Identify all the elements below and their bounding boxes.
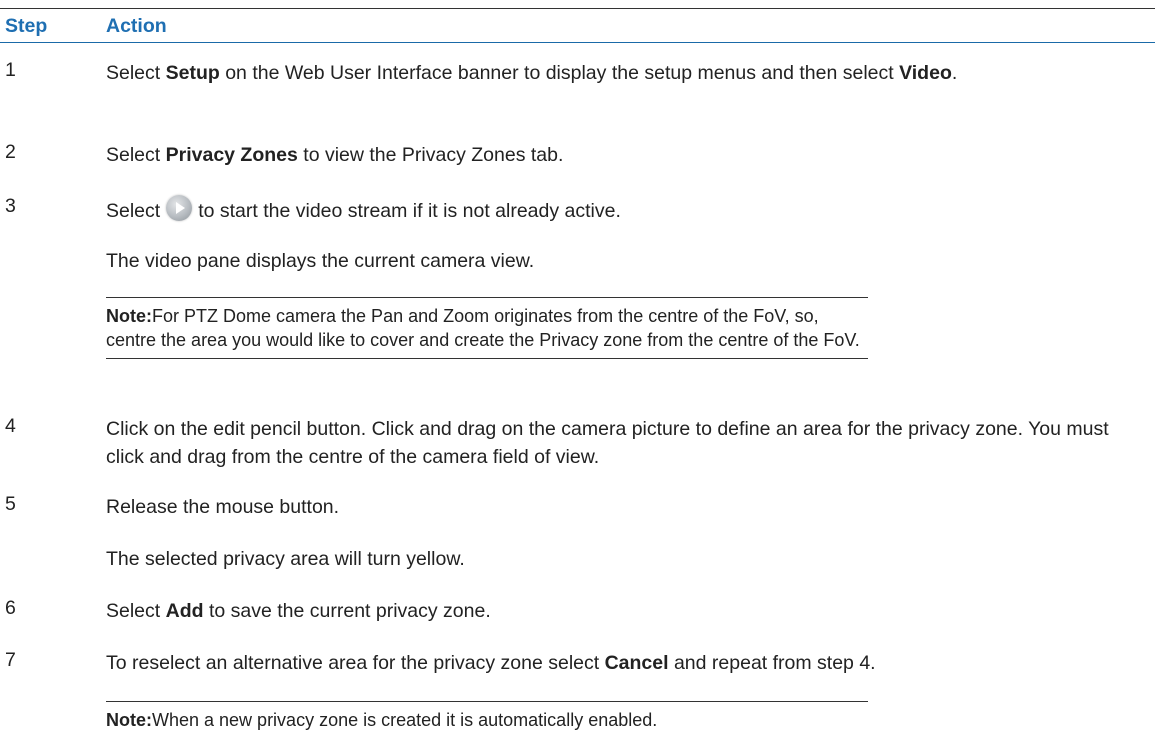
step-action: To reselect an alternative area for the … [106,652,876,674]
ui-term-video: Video [899,62,952,84]
ui-term-add: Add [165,600,204,622]
step-number: 2 [5,141,16,163]
step-action: Select to start the video stream if it is… [106,195,1116,225]
step-number: 7 [5,649,16,671]
play-button-icon [166,195,193,221]
ui-term-cancel: Cancel [604,652,669,674]
step-column-header: Step [5,15,48,37]
step-action: Select Setup on the Web User Interface b… [106,62,958,84]
step-number: 4 [5,415,16,437]
step-number: 5 [5,493,16,515]
ui-term-privacy-zones: Privacy Zones [165,144,298,166]
note-label: Note: [106,710,152,730]
step-action: Select Privacy Zones to view the Privacy… [106,144,564,166]
action-column-header: Action [106,15,167,37]
step-action: Select Add to save the current privacy z… [106,600,491,622]
step-number: 6 [5,597,16,619]
note-text: When a new privacy zone is created it is… [152,710,658,730]
step-action: Click on the edit pencil button. Click a… [106,418,1109,468]
note-ptz-dome: Note:For PTZ Dome camera the Pan and Zoo… [106,297,868,359]
step-action: Release the mouse button. [106,496,340,518]
table-header: Step Action [0,9,1155,43]
ui-term-setup: Setup [165,62,220,84]
note-label: Note: [106,306,152,326]
procedure-page: Step Action 1 Select Setup on the Web Us… [0,0,1155,746]
note-auto-enabled: Note:When a new privacy zone is created … [106,701,868,732]
step-number: 3 [5,195,16,217]
note-text: For PTZ Dome camera the Pan and Zoom ori… [106,306,860,350]
step-number: 1 [5,59,16,81]
